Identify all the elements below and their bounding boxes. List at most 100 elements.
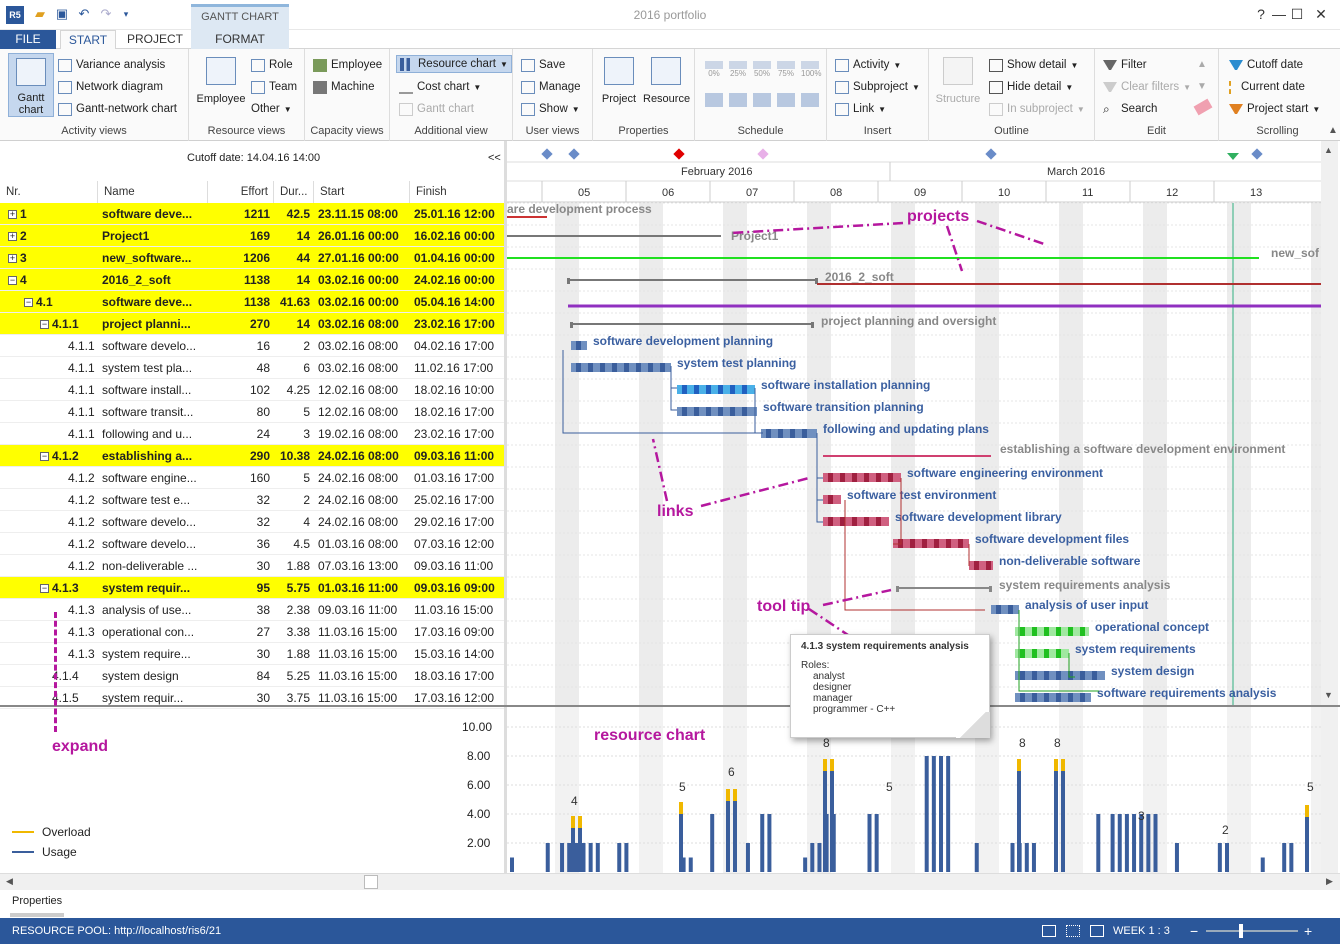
zoom-out-button[interactable]: − <box>1190 918 1198 944</box>
expand-icon[interactable]: + <box>8 210 17 220</box>
collapse-table-button[interactable]: << <box>488 152 501 164</box>
table-row[interactable]: 4.1.2 software test e... 32 2 24.02.16 08:00… <box>0 489 504 511</box>
scroll-left-icon[interactable]: ◀ <box>6 876 13 887</box>
view-normal-icon[interactable] <box>1042 925 1056 937</box>
cost-chart-button[interactable]: Cost chart ▼ <box>399 78 481 96</box>
employee-view-button[interactable]: Employee <box>195 55 247 111</box>
gantt-chart-addl-button[interactable]: Gantt chart <box>399 100 474 118</box>
table-row[interactable]: 4.1.2 software develo... 32 4 24.02.16 08:00… <box>0 511 504 533</box>
collapse-ribbon-icon[interactable]: ▲ <box>1328 125 1338 136</box>
close-button[interactable]: ✕ <box>1310 6 1332 24</box>
scroll-up-icon[interactable]: ▲ <box>1324 145 1333 155</box>
project-properties-button[interactable]: Project <box>597 55 641 111</box>
resource-vscrollbar[interactable] <box>1321 707 1338 873</box>
resource-chart-button[interactable]: Resource chart ▼ <box>396 55 512 73</box>
col-header-effort[interactable]: Effort <box>208 181 274 203</box>
table-row[interactable]: 4.1.1 software develo... 16 2 03.02.16 08:00… <box>0 335 504 357</box>
col-header-name[interactable]: Name <box>98 181 208 203</box>
zoom-slider-thumb[interactable] <box>1239 924 1243 938</box>
variance-analysis-button[interactable]: Variance analysis <box>58 56 165 74</box>
table-row[interactable]: −4.1 software deve... 1138 41.63 03.02.16 00… <box>0 291 504 313</box>
cutoff-date-button[interactable]: Cutoff date <box>1229 56 1303 74</box>
table-row[interactable]: −4.1.3 system requir... 95 5.75 01.03.16 11:… <box>0 577 504 599</box>
pct-50-button[interactable]: 50% <box>753 61 771 78</box>
pct-75-button[interactable]: 75% <box>777 61 795 78</box>
expand-icon[interactable]: + <box>8 232 17 242</box>
gantt-vscrollbar[interactable] <box>1321 141 1338 705</box>
tab-format[interactable]: FORMAT <box>191 30 289 49</box>
zoom-slider-track[interactable] <box>1206 930 1298 932</box>
col-header-duration[interactable]: Dur... <box>274 181 314 203</box>
collapse-icon[interactable]: − <box>24 298 33 308</box>
sort-down-icon[interactable]: ▼ <box>1197 81 1207 92</box>
table-row[interactable]: +2 Project1 169 14 26.01.16 00:00 16.02.16 00… <box>0 225 504 247</box>
col-header-finish[interactable]: Finish <box>410 181 504 203</box>
structure-button[interactable]: Structure <box>933 55 983 113</box>
pct-0-button[interactable]: 0% <box>705 61 723 78</box>
scroll-down-icon[interactable]: ▼ <box>1324 690 1333 700</box>
table-row[interactable]: 4.1.1 software install... 102 4.25 12.02.16 … <box>0 379 504 401</box>
insert-subproject-button[interactable]: Subproject ▼ <box>835 78 920 96</box>
maximize-button[interactable]: ☐ <box>1286 6 1308 24</box>
clear-filters-button[interactable]: Clear filters ▼ <box>1103 78 1191 96</box>
table-row[interactable]: 4.1.4 system design 84 5.25 11.03.16 15:00 18… <box>0 665 504 687</box>
eraser-icon[interactable] <box>1193 98 1213 116</box>
table-row[interactable]: 4.1.1 following and u... 24 3 19.02.16 08:00… <box>0 423 504 445</box>
tab-start[interactable]: START <box>60 30 116 49</box>
insert-link-button[interactable]: Link ▼ <box>835 100 886 118</box>
collapse-icon[interactable]: − <box>8 276 17 286</box>
view-grid-icon[interactable] <box>1066 925 1080 937</box>
capacity-machine-button[interactable]: Machine <box>313 78 374 96</box>
table-row[interactable]: 4.1.2 software engine... 160 5 24.02.16 08:0… <box>0 467 504 489</box>
table-row[interactable]: −4.1.1 project planni... 270 14 03.02.16 08:… <box>0 313 504 335</box>
other-dropdown[interactable]: Other ▼ <box>251 100 292 118</box>
pct-100-button[interactable]: 100% <box>801 61 821 78</box>
sort-up-icon[interactable]: ▲ <box>1197 59 1207 70</box>
table-row[interactable]: 4.1.2 software develo... 36 4.5 01.03.16 08:… <box>0 533 504 555</box>
network-diagram-button[interactable]: Network diagram <box>58 78 163 96</box>
role-button[interactable]: Role <box>251 56 293 74</box>
show-views-dropdown[interactable]: Show ▼ <box>521 100 580 118</box>
table-row[interactable]: 4.1.2 non-deliverable ... 30 1.88 07.03.16 1… <box>0 555 504 577</box>
show-detail-button[interactable]: Show detail ▼ <box>989 56 1078 74</box>
in-subproject-button[interactable]: In subproject ▼ <box>989 100 1085 118</box>
table-row[interactable]: −4.1.2 establishing a... 290 10.38 24.02.16 … <box>0 445 504 467</box>
team-button[interactable]: Team <box>251 78 297 96</box>
capacity-employee-button[interactable]: Employee <box>313 56 382 74</box>
schedule-tools-icon[interactable] <box>705 93 819 107</box>
collapse-icon[interactable]: − <box>40 452 49 462</box>
collapse-icon[interactable]: − <box>40 320 49 330</box>
tab-file[interactable]: FILE <box>0 30 56 49</box>
zoom-in-button[interactable]: + <box>1304 918 1312 944</box>
col-header-start[interactable]: Start <box>314 181 410 203</box>
scroll-right-icon[interactable]: ▶ <box>1326 876 1333 887</box>
project-start-button[interactable]: Project start ▼ <box>1229 100 1320 118</box>
table-row[interactable]: −4 2016_2_soft 1138 14 03.02.16 00:00 24.02.1… <box>0 269 504 291</box>
hscroll-thumb[interactable] <box>364 875 378 889</box>
resource-properties-button[interactable]: Resource <box>643 55 690 111</box>
table-row[interactable]: +3 new_software... 1206 44 27.01.16 00:00 01.… <box>0 247 504 269</box>
pct-25-button[interactable]: 25% <box>729 61 747 78</box>
table-row[interactable]: 4.1.3 system require... 30 1.88 11.03.16 15:… <box>0 643 504 665</box>
table-row[interactable]: +1 software deve... 1211 42.5 23.11.15 08:00… <box>0 203 504 225</box>
expand-icon[interactable]: + <box>8 254 17 264</box>
gantt-network-button[interactable]: Gantt-network chart <box>58 100 177 118</box>
properties-tab[interactable]: Properties <box>12 895 62 907</box>
col-header-nr[interactable]: Nr. <box>0 181 98 203</box>
hscrollbar[interactable]: ◀ ▶ <box>0 873 1340 890</box>
table-row[interactable]: 4.1.3 analysis of use... 38 2.38 09.03.16 11… <box>0 599 504 621</box>
current-date-button[interactable]: Current date <box>1229 78 1305 96</box>
filter-button[interactable]: Filter <box>1103 56 1147 74</box>
search-button[interactable]: ⌕ Search <box>1103 100 1157 118</box>
gantt-chart-button[interactable]: Gantt chart <box>8 53 54 117</box>
table-row[interactable]: 4.1.1 software transit... 80 5 12.02.16 08:0… <box>0 401 504 423</box>
manage-views-button[interactable]: Manage <box>521 78 581 96</box>
tab-project[interactable]: PROJECT <box>120 30 190 49</box>
table-row[interactable]: 4.1.3 operational con... 27 3.38 11.03.16 15… <box>0 621 504 643</box>
table-row[interactable]: 4.1.1 system test pla... 48 6 03.02.16 08:00… <box>0 357 504 379</box>
insert-activity-button[interactable]: Activity ▼ <box>835 56 901 74</box>
save-view-button[interactable]: Save <box>521 56 565 74</box>
hide-detail-button[interactable]: Hide detail ▼ <box>989 78 1073 96</box>
view-split-icon[interactable] <box>1090 925 1104 937</box>
collapse-icon[interactable]: − <box>40 584 49 594</box>
